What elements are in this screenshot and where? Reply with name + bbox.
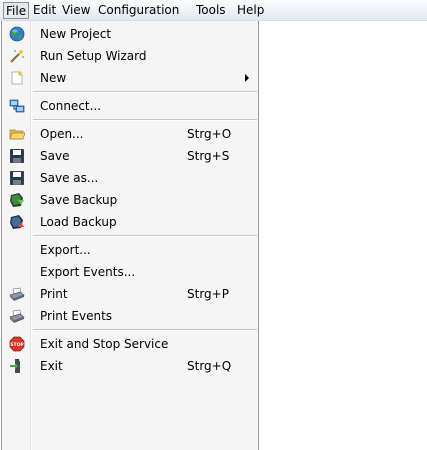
menu-item-connect[interactable]: Connect... [4, 95, 257, 117]
printer-icon [9, 309, 25, 323]
menu-item-new-project[interactable]: New Project [4, 23, 257, 45]
menu-item-print-events[interactable]: Print Events [4, 305, 257, 327]
menu-item-shortcut: Strg+P [187, 287, 229, 301]
backup-load-icon [10, 215, 24, 229]
menu-item-label: Connect... [40, 99, 102, 113]
floppy-disk-icon [10, 171, 24, 185]
menu-item-label: Print Events [40, 309, 113, 323]
menu-separator [33, 119, 257, 121]
menu-help[interactable]: Help [237, 2, 264, 19]
backup-save-icon [10, 193, 24, 207]
network-connect-icon [9, 99, 25, 113]
menu-item-label: Export Events... [40, 265, 136, 279]
open-folder-icon [9, 129, 25, 140]
menu-file[interactable]: File [3, 2, 30, 19]
magic-wand-icon [10, 49, 24, 63]
menu-item-label: Save [40, 149, 70, 163]
menu-item-label: Save as... [40, 171, 99, 185]
menu-item-save-as[interactable]: Save as... [4, 167, 257, 189]
menu-item-label: Run Setup Wizard [40, 49, 147, 63]
new-document-icon [11, 70, 23, 85]
exit-door-icon [10, 359, 20, 373]
menu-separator [33, 235, 257, 237]
submenu-arrow-icon [245, 74, 249, 82]
menu-separator [33, 329, 257, 331]
floppy-disk-icon [10, 149, 24, 163]
menu-item-exit-and-stop-service[interactable]: STOP Exit and Stop Service [4, 333, 257, 355]
menu-item-save[interactable]: Save Strg+S [4, 145, 257, 167]
menu-item-shortcut: Strg+S [187, 149, 230, 163]
menu-item-label: Exit and Stop Service [40, 337, 169, 351]
menu-item-new[interactable]: New [4, 67, 257, 89]
menu-item-exit[interactable]: Exit Strg+Q [4, 355, 257, 377]
menu-item-label: New [40, 71, 67, 85]
menu-item-shortcut: Strg+Q [187, 359, 232, 373]
menu-item-label: Print [40, 287, 68, 301]
menu-tools[interactable]: Tools [196, 2, 226, 19]
menu-view[interactable]: View [62, 2, 90, 19]
menu-item-run-setup-wizard[interactable]: Run Setup Wizard [4, 45, 257, 67]
stop-sign-icon: STOP [9, 336, 24, 352]
printer-icon [9, 287, 25, 301]
file-menu-dropdown: New Project Run Setup Wizard New Connect… [1, 21, 259, 450]
menu-item-label: Save Backup [40, 193, 118, 207]
menu-separator [33, 91, 257, 93]
globe-icon [9, 26, 25, 42]
menu-item-export[interactable]: Export... [4, 239, 257, 261]
menu-item-label: New Project [40, 27, 112, 41]
menu-bar: File Edit View Configuration Tools Help [0, 0, 427, 21]
menu-item-label: Export... [40, 243, 91, 257]
svg-text:STOP: STOP [10, 342, 24, 348]
menu-item-shortcut: Strg+O [187, 127, 232, 141]
menu-edit[interactable]: Edit [33, 2, 56, 19]
menu-item-label: Load Backup [40, 215, 117, 229]
menu-item-load-backup[interactable]: Load Backup [4, 211, 257, 233]
menu-item-print[interactable]: Print Strg+P [4, 283, 257, 305]
menu-item-save-backup[interactable]: Save Backup [4, 189, 257, 211]
menu-item-export-events[interactable]: Export Events... [4, 261, 257, 283]
menu-item-label: Open... [40, 127, 84, 141]
menu-item-open[interactable]: Open... Strg+O [4, 123, 257, 145]
menu-configuration[interactable]: Configuration [98, 2, 179, 19]
menu-item-label: Exit [40, 359, 63, 373]
